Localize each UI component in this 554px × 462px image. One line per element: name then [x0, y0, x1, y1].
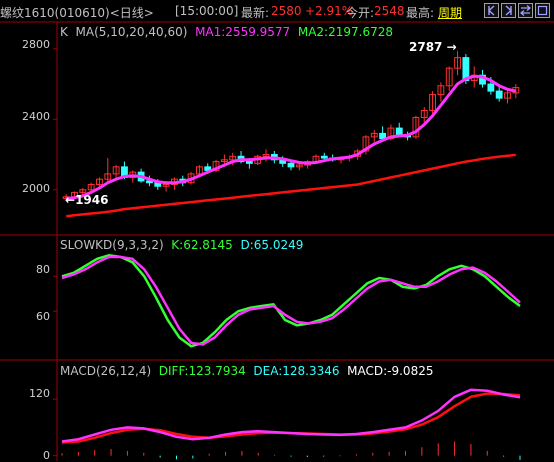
ma2-value: MA2:2197.6728: [297, 25, 393, 39]
chart-canvas: [0, 21, 554, 461]
kd-panel: [61, 254, 521, 348]
macd-tick-label: 0: [43, 449, 50, 462]
macd-panel: [61, 388, 521, 460]
candle-body: [287, 162, 295, 168]
ma1-line: [66, 74, 517, 201]
kline-panel: [62, 51, 520, 218]
candle-body: [487, 83, 495, 92]
ma-params: MA(5,10,20,40,60): [75, 25, 188, 39]
k-value: K:62.8145: [171, 238, 233, 252]
high-annotation: 2787 →: [409, 40, 457, 54]
low-annotation-value: 1946: [75, 193, 109, 207]
macd-tick-label: 120: [29, 387, 50, 400]
kline-label: K: [60, 25, 68, 39]
macd-legend: MACD(26,12,4) DIFF:123.7934 DEA:128.3346…: [60, 364, 433, 378]
d-line: [61, 255, 521, 346]
kd-tick-label: 60: [36, 310, 50, 323]
d-value: D:65.0249: [240, 238, 304, 252]
kd-legend: SLOWKD(9,3,3,2) K:62.8145 D:65.0249: [60, 238, 303, 252]
kline-legend: K MA(5,10,20,40,60) MA1:2559.9577 MA2:21…: [60, 25, 393, 39]
kline-tick-label: 2400: [22, 110, 50, 123]
low-annotation: ←1946: [65, 193, 109, 207]
macd-label: MACD(26,12,4): [60, 364, 152, 378]
kd-label: SLOWKD(9,3,3,2): [60, 238, 164, 252]
candle-body: [245, 161, 253, 164]
kd-tick-label: 80: [36, 263, 50, 276]
candle-body: [379, 132, 387, 140]
dea-value: DEA:128.3346: [253, 364, 340, 378]
diff-line: [61, 388, 521, 443]
candle-body: [320, 155, 328, 159]
macd-value: MACD:-9.0825: [347, 364, 434, 378]
candle-body: [495, 90, 503, 99]
k-line: [61, 254, 521, 348]
high-annotation-value: 2787: [409, 40, 443, 54]
kline-tick-label: 2000: [22, 182, 50, 195]
diff-value: DIFF:123.7934: [158, 364, 246, 378]
candle-body: [395, 127, 403, 136]
ma1-value: MA1:2559.9577: [195, 25, 291, 39]
kline-tick-label: 2800: [22, 38, 50, 51]
